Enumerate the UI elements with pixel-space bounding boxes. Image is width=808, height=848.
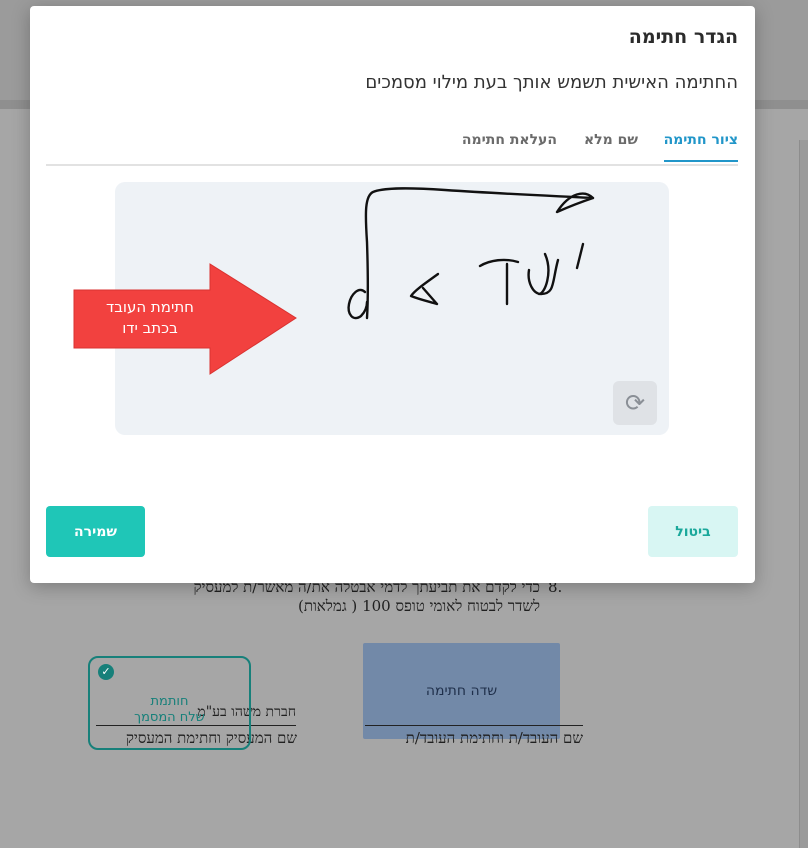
modal-title: הגדר חתימה xyxy=(628,26,738,48)
cancel-button[interactable]: ביטול xyxy=(648,506,738,557)
sender-stamp[interactable]: ✓ חותמת שלח המסמך xyxy=(88,656,251,750)
modal-subtitle: החתימה האישית תשמש אותך בעת מילוי מסמכים xyxy=(365,72,738,93)
stamp-label-line-1: חותמת xyxy=(150,694,189,709)
tab-full-name[interactable]: שם מלא xyxy=(584,132,638,160)
refresh-icon: ⟳ xyxy=(624,389,646,417)
arrow-annotation-line-2: בכתב ידו xyxy=(122,319,178,337)
page-scrollbar[interactable] xyxy=(799,140,808,848)
stamp-label-line-2: שלח המסמך xyxy=(134,710,205,725)
check-icon: ✓ xyxy=(98,664,114,680)
save-button[interactable]: שמירה xyxy=(46,506,145,557)
employee-caption: שם העובד/ת וחתימת העובד/ת xyxy=(405,729,583,747)
signature-field-label: שדה חתימה xyxy=(425,683,498,699)
signature-modal: הגדר חתימה החתימה האישית תשמש אותך בעת מ… xyxy=(30,6,755,583)
document-item-line-2: לשדר לבטוח לאומי טופס 100 ( גמלאות) xyxy=(297,597,540,615)
stamp-label: חותמת שלח המסמך xyxy=(90,694,249,726)
tab-draw-signature[interactable]: ציור חתימה xyxy=(663,132,738,162)
employee-signature-line xyxy=(365,725,583,726)
tab-upload-signature[interactable]: העלאת חתימה xyxy=(462,132,557,160)
reset-signature-button[interactable]: ⟳ xyxy=(613,381,657,425)
arrow-annotation-line-1: חתימת העובד xyxy=(106,298,194,316)
arrow-annotation: חתימת העובד בכתב ידו xyxy=(70,297,230,339)
signature-tabs: ציור חתימה שם מלא העלאת חתימה xyxy=(46,124,738,166)
